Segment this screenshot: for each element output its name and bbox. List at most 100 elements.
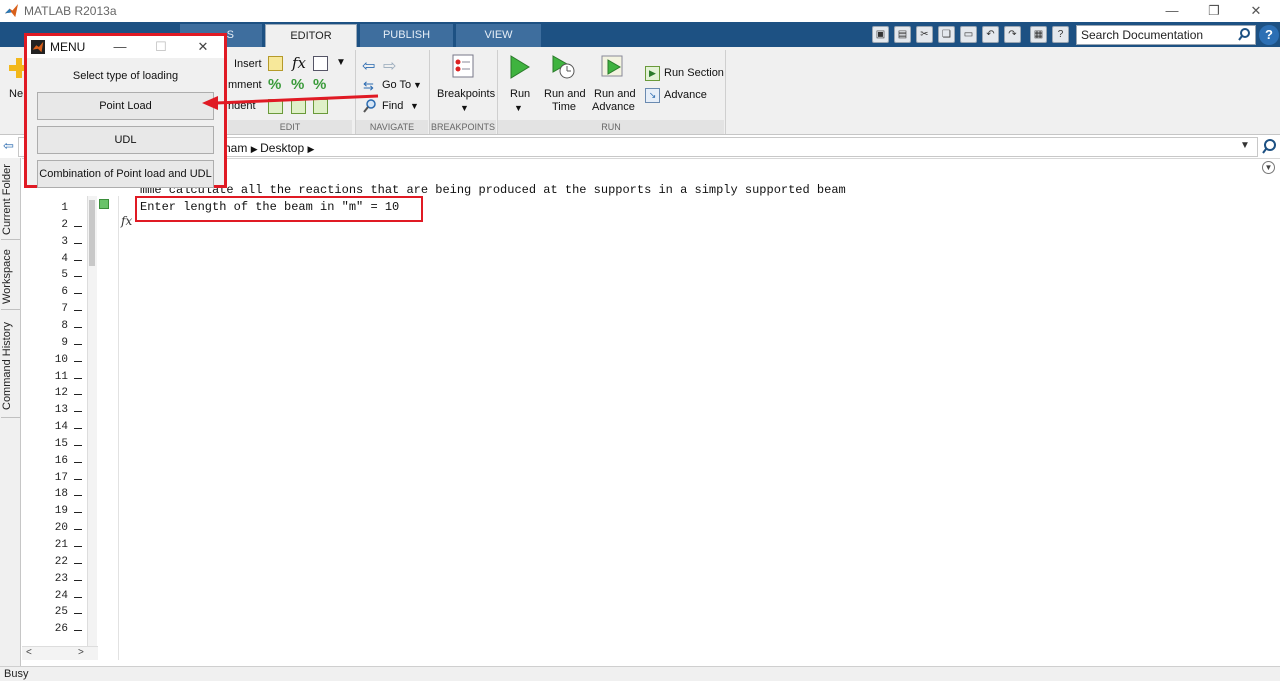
- run-section-button[interactable]: Run Section: [664, 67, 724, 79]
- quick-paste-icon[interactable]: ▭: [960, 26, 977, 43]
- command-history-tab[interactable]: Command History: [1, 314, 20, 418]
- breakpoint-dash-marker[interactable]: [74, 580, 82, 581]
- breakpoints-icon[interactable]: [451, 54, 475, 78]
- run-and-advance-icon[interactable]: [600, 54, 626, 80]
- run-and-time-label-1[interactable]: Run and: [544, 88, 586, 100]
- quick-copy-icon[interactable]: ❏: [938, 26, 955, 43]
- breakpoint-dash-marker[interactable]: [74, 226, 82, 227]
- run-dropdown-icon[interactable]: ▼: [514, 103, 523, 113]
- run-and-advance-label-2[interactable]: Advance: [592, 101, 635, 113]
- scroll-right-icon[interactable]: >: [78, 647, 84, 658]
- breakpoint-dash-marker[interactable]: [74, 276, 82, 277]
- quick-redo-icon[interactable]: ↷: [1004, 26, 1021, 43]
- breakpoint-dash-marker[interactable]: [74, 445, 82, 446]
- breakpoint-dash-marker[interactable]: [74, 462, 82, 463]
- advance-icon[interactable]: ↘: [645, 88, 660, 103]
- insert-function-icon[interactable]: fx: [292, 54, 306, 72]
- quick-undo-icon[interactable]: ↶: [982, 26, 999, 43]
- breadcrumb-segment-desktop[interactable]: Desktop: [260, 141, 304, 155]
- breakpoint-dash-marker[interactable]: [74, 344, 82, 345]
- quick-help-icon[interactable]: ?: [1052, 26, 1069, 43]
- quick-switch-window-icon[interactable]: ▦: [1030, 26, 1047, 43]
- folder-search-icon[interactable]: [1260, 137, 1280, 157]
- line-number: 15: [54, 438, 68, 450]
- line-number: 6: [61, 286, 68, 298]
- help-icon[interactable]: ?: [1259, 25, 1279, 45]
- current-folder-tab[interactable]: Current Folder: [1, 160, 20, 240]
- scroll-left-icon[interactable]: <: [26, 647, 32, 658]
- breakpoint-dash-marker[interactable]: [74, 563, 82, 564]
- breakpoint-dash-marker[interactable]: [74, 361, 82, 362]
- breakpoint-dash-marker[interactable]: [74, 243, 82, 244]
- quick-open-icon[interactable]: ▣: [872, 26, 889, 43]
- point-load-button[interactable]: Point Load: [37, 92, 214, 120]
- search-icon[interactable]: [1238, 27, 1254, 43]
- editor-options-icon[interactable]: ▼: [1262, 161, 1275, 174]
- insert-button[interactable]: Insert: [234, 58, 262, 70]
- code-analyzer-status-icon[interactable]: [99, 199, 109, 209]
- horizontal-scrollbar[interactable]: < >: [22, 646, 98, 660]
- menu-minimize-button[interactable]: —: [109, 37, 131, 57]
- window-minimize-button[interactable]: —: [1154, 0, 1190, 22]
- line-numbers: 1 2 3 4 5 6 7 8 9 10 11 12 13 14 15 16 17 18 19 20 21 22 23 24 2…: [22, 202, 88, 642]
- tab-view[interactable]: VIEW: [456, 24, 541, 47]
- insert-dropdown-icon[interactable]: ▼: [336, 57, 346, 68]
- window-restore-button[interactable]: ❐: [1196, 0, 1232, 22]
- breakpoint-dash-marker[interactable]: [74, 613, 82, 614]
- insert-section-icon[interactable]: [268, 56, 283, 71]
- window-close-button[interactable]: ✕: [1238, 0, 1274, 22]
- breakpoint-dash-marker[interactable]: [74, 310, 82, 311]
- run-button[interactable]: Run: [510, 88, 530, 100]
- menu-dialog-title: MENU: [50, 40, 86, 54]
- breakpoint-dash-marker[interactable]: [74, 327, 82, 328]
- goto-dropdown-icon[interactable]: ▼: [413, 80, 422, 90]
- address-back-icon[interactable]: ⇦: [3, 138, 17, 154]
- run-and-time-icon[interactable]: [550, 54, 576, 80]
- combination-load-button[interactable]: Combination of Point load and UDL: [37, 160, 214, 188]
- function-browser-icon[interactable]: fx: [121, 214, 132, 228]
- run-and-time-label-2[interactable]: Time: [552, 101, 576, 113]
- search-documentation-input[interactable]: Search Documentation: [1076, 25, 1256, 45]
- advance-button[interactable]: Advance: [664, 89, 707, 101]
- breakpoints-dropdown-icon[interactable]: ▼: [460, 103, 469, 113]
- breakpoint-dash-marker[interactable]: [74, 529, 82, 530]
- run-and-advance-label-1[interactable]: Run and: [594, 88, 636, 100]
- breakpoint-dash-marker[interactable]: [74, 597, 82, 598]
- line-number: 17: [54, 472, 68, 484]
- breakpoint-dash-marker[interactable]: [74, 512, 82, 513]
- breakpoint-dash-marker[interactable]: [74, 479, 82, 480]
- breakpoint-dash-marker[interactable]: [74, 546, 82, 547]
- breakpoint-dash-marker[interactable]: [74, 411, 82, 412]
- new-button-label[interactable]: Ne: [9, 88, 23, 100]
- menu-close-button[interactable]: ✕: [192, 37, 214, 57]
- workspace-tab[interactable]: Workspace: [1, 244, 20, 310]
- run-play-icon[interactable]: [508, 54, 532, 80]
- breakpoint-dash-marker[interactable]: [74, 260, 82, 261]
- breakpoint-dash-marker[interactable]: [74, 378, 82, 379]
- window-titlebar: [0, 0, 1280, 22]
- breakpoint-dash-marker[interactable]: [74, 428, 82, 429]
- quick-save-icon[interactable]: ▤: [894, 26, 911, 43]
- run-section-icon[interactable]: ▶: [645, 66, 660, 81]
- address-dropdown-icon[interactable]: ▼: [1240, 140, 1250, 151]
- breakpoint-dash-marker[interactable]: [74, 394, 82, 395]
- find-dropdown-icon[interactable]: ▼: [410, 101, 419, 111]
- quick-cut-icon[interactable]: ✂: [916, 26, 933, 43]
- tab-publish[interactable]: PUBLISH: [360, 24, 453, 47]
- breakpoint-dash-marker[interactable]: [74, 630, 82, 631]
- code-line-1[interactable]: mme calculate all the reactions that are…: [140, 183, 846, 197]
- tab-editor[interactable]: EDITOR: [265, 24, 357, 47]
- breadcrumb-segment-user[interactable]: ham: [224, 141, 247, 155]
- insert-template-icon[interactable]: [313, 56, 328, 71]
- vertical-scrollbar-thumb[interactable]: [89, 200, 95, 266]
- breakpoint-dash-marker[interactable]: [74, 495, 82, 496]
- udl-button[interactable]: UDL: [37, 126, 214, 154]
- back-arrow-icon[interactable]: ⇦: [362, 56, 375, 76]
- forward-arrow-icon[interactable]: ⇨: [383, 56, 396, 76]
- goto-button[interactable]: Go To: [382, 79, 411, 91]
- line-number: 3: [61, 236, 68, 248]
- breakpoints-button[interactable]: Breakpoints: [437, 88, 495, 100]
- status-text: Busy: [4, 668, 29, 680]
- breadcrumb-separator-icon: ▶: [307, 144, 315, 154]
- breakpoint-dash-marker[interactable]: [74, 293, 82, 294]
